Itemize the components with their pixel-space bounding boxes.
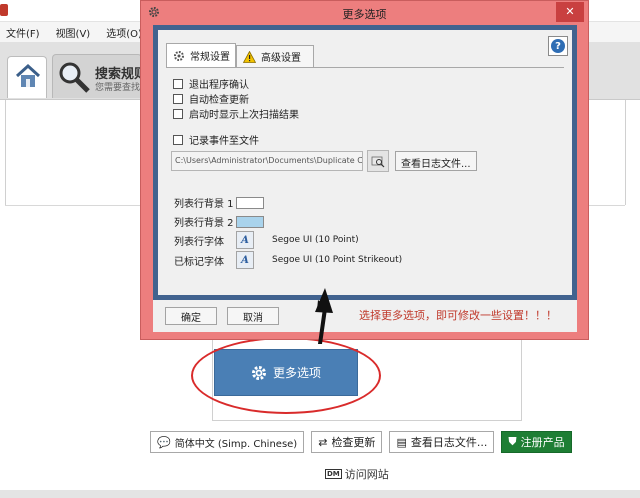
- checkbox-label: 记录事件至文件: [189, 136, 259, 147]
- document-icon: ▤: [396, 435, 407, 449]
- checkbox-box[interactable]: [173, 78, 183, 89]
- checkbox-label: 启动时显示上次扫描结果: [189, 110, 299, 121]
- general-settings-page: 退出程序确认 自动检查更新 启动时显示上次扫描结果 记录事件至文件 C:\Use…: [166, 67, 564, 289]
- list-font-label: 列表行字体: [174, 236, 224, 248]
- menu-view[interactable]: 视图(V): [56, 25, 91, 40]
- dialog-content-border: ? 常规设置 高级设置 退出程序确认 自动检查更新 启动时显示上次扫描结果 记录…: [153, 25, 577, 300]
- site-logo-icon: DM: [325, 469, 342, 479]
- refresh-icon: ⇄: [318, 435, 328, 449]
- tab-advanced-label: 高级设置: [261, 53, 301, 64]
- row-bg2-swatch[interactable]: [236, 215, 264, 228]
- home-icon: [15, 63, 41, 87]
- row-bg1-swatch[interactable]: [236, 196, 264, 209]
- exit-confirm-checkbox[interactable]: 退出程序确认: [173, 76, 249, 91]
- dialog-title: 更多选项: [342, 8, 387, 21]
- checkbox-box[interactable]: [173, 93, 183, 104]
- checkbox-box[interactable]: [173, 108, 183, 119]
- menu-options[interactable]: 选项(O): [106, 25, 142, 40]
- language-label: 简体中文 (Simp. Chinese): [174, 438, 298, 450]
- font-picker-button[interactable]: A: [236, 231, 254, 249]
- visit-website-link[interactable]: DM 访问网站: [325, 466, 389, 482]
- list-font-value: Segoe UI (10 Point): [272, 235, 359, 245]
- font-picker-button[interactable]: A: [236, 251, 254, 269]
- dialog-body: ? 常规设置 高级设置 退出程序确认 自动检查更新 启动时显示上次扫描结果 记录…: [153, 25, 577, 332]
- divider: [625, 100, 626, 205]
- view-log-button[interactable]: ▤ 查看日志文件...: [389, 431, 495, 453]
- register-button[interactable]: ⛊ 注册产品: [501, 431, 572, 453]
- log-to-file-checkbox[interactable]: 记录事件至文件: [173, 132, 259, 147]
- cancel-button[interactable]: 取消: [227, 307, 279, 325]
- close-button[interactable]: ✕: [556, 2, 584, 22]
- settings-gear-icon: [174, 50, 184, 61]
- status-strip: [0, 490, 640, 498]
- tab-general-label: 常规设置: [190, 52, 230, 63]
- warning-icon: [243, 50, 256, 63]
- log-path-row: C:\Users\Administrator\Documents\Duplica…: [171, 150, 477, 172]
- tab-advanced-settings[interactable]: 高级设置: [236, 45, 314, 67]
- bottom-toolbar: 💬 简体中文 (Simp. Chinese) ⇄ 检查更新 ▤ 查看日志文件..…: [150, 431, 579, 453]
- list-font-row: 列表行字体 A Segoe UI (10 Point): [174, 231, 359, 249]
- row-bg1-label: 列表行背景 1: [174, 199, 234, 210]
- search-tab-subtitle: 您需要查找: [95, 83, 141, 93]
- marked-font-row: 已标记字体 A Segoe UI (10 Point Strikeout): [174, 251, 402, 269]
- register-label: 注册产品: [520, 436, 565, 449]
- row-background-1: 列表行背景 1: [174, 195, 264, 210]
- check-update-button[interactable]: ⇄ 检查更新: [311, 431, 383, 453]
- check-update-label: 检查更新: [331, 436, 376, 449]
- folder-search-icon: [371, 156, 385, 167]
- more-options-dialog: 更多选项 ✕ ? 常规设置 高级设置 退出程序确认 自动检查更新 启动时显示上次…: [140, 0, 589, 340]
- settings-panel: ? 常规设置 高级设置 退出程序确认 自动检查更新 启动时显示上次扫描结果 记录…: [158, 30, 572, 295]
- view-log-label: 查看日志文件...: [410, 436, 488, 449]
- dialog-titlebar: 更多选项 ✕: [141, 1, 588, 25]
- browse-button[interactable]: [367, 150, 389, 172]
- auto-update-checkbox[interactable]: 自动检查更新: [173, 91, 249, 106]
- search-rules-tab[interactable]: 搜索规则 您需要查找: [52, 54, 147, 98]
- view-log-file-button[interactable]: 查看日志文件...: [395, 151, 477, 171]
- speech-bubble-icon: 💬: [157, 435, 171, 449]
- marked-font-value: Segoe UI (10 Point Strikeout): [272, 255, 403, 265]
- checkbox-label: 退出程序确认: [189, 80, 249, 91]
- show-last-scan-checkbox[interactable]: 启动时显示上次扫描结果: [173, 106, 299, 121]
- help-button[interactable]: ?: [548, 36, 568, 56]
- divider: [5, 100, 6, 205]
- visit-website-label: 访问网站: [344, 468, 389, 481]
- row-background-2: 列表行背景 2: [174, 214, 264, 229]
- app-icon: [0, 4, 8, 16]
- marked-font-label: 已标记字体: [174, 256, 224, 268]
- checkbox-box[interactable]: [173, 134, 183, 145]
- ok-button[interactable]: 确定: [165, 307, 217, 325]
- language-button[interactable]: 💬 简体中文 (Simp. Chinese): [150, 431, 305, 453]
- magnifier-icon: [59, 62, 90, 93]
- annotation-hint: 选择更多选项，即可修改一些设置！！！: [359, 309, 557, 322]
- log-path-input[interactable]: C:\Users\Administrator\Documents\Duplica…: [171, 151, 363, 171]
- menu-file[interactable]: 文件(F): [6, 25, 40, 40]
- help-icon: ?: [551, 39, 565, 53]
- highlight-ellipse: [191, 337, 381, 414]
- shield-icon: ⛊: [508, 435, 517, 448]
- checkbox-label: 自动检查更新: [189, 95, 249, 106]
- tab-general-settings[interactable]: 常规设置: [166, 43, 236, 67]
- row-bg2-label: 列表行背景 2: [174, 218, 234, 229]
- home-tab[interactable]: [7, 56, 47, 98]
